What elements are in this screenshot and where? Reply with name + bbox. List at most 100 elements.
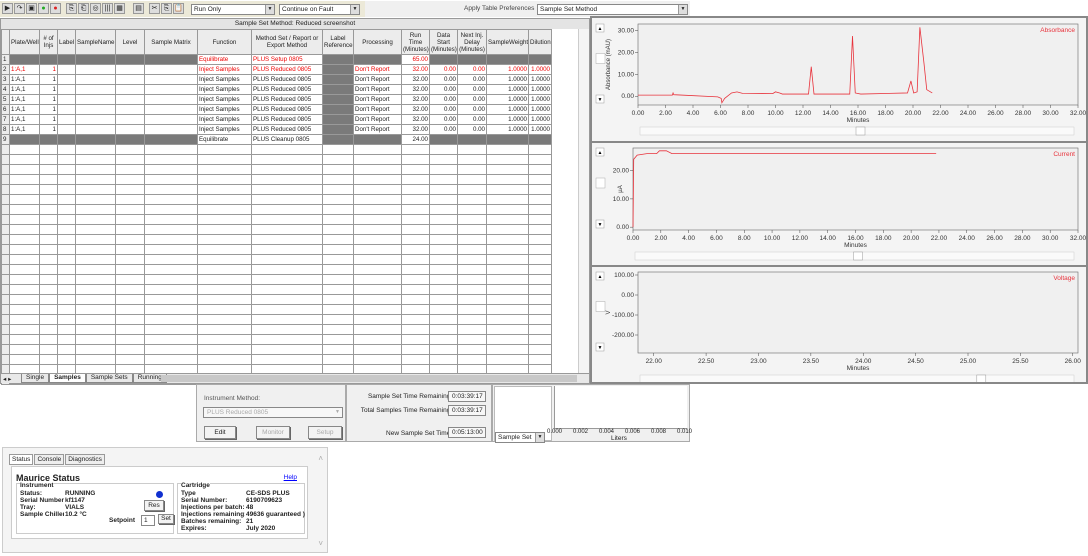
table-cell[interactable] [144,114,198,125]
table-cell[interactable] [9,334,40,345]
empty-row[interactable] [1,184,552,195]
table-cell[interactable] [9,194,40,205]
table-cell[interactable] [9,174,40,185]
table-cell[interactable] [115,254,145,265]
column-header[interactable] [1,29,10,55]
table-cell[interactable] [39,154,58,165]
table-cell[interactable] [457,194,487,205]
table-cell[interactable] [75,254,116,265]
table-cell[interactable] [429,274,458,285]
table-cell[interactable] [57,114,76,125]
table-cell[interactable] [57,84,76,95]
scroll-thumb[interactable] [976,374,987,384]
table-cell[interactable] [75,94,116,105]
table-cell[interactable]: 1 [1,54,10,65]
table-cell[interactable] [401,344,430,355]
table-cell[interactable] [353,134,402,145]
table-cell[interactable] [353,254,402,265]
table-cell[interactable] [1,334,10,345]
table-cell[interactable] [39,264,58,275]
table-preferences-select[interactable]: Sample Set Method ▼ [537,4,688,15]
table-cell[interactable]: 0.00 [457,104,487,115]
table-row[interactable]: 2 1:A,1 1 Inject Samples PLUS Reduced 0805 Do… [1,64,552,75]
step-icon[interactable]: ↷ [14,3,25,14]
table-cell[interactable] [429,214,458,225]
table-cell[interactable]: Don't Report [353,94,402,105]
table-cell[interactable] [39,224,58,235]
table-cell[interactable]: 32.00 [401,94,430,105]
table-cell[interactable]: 1.0000 [486,124,529,135]
table-cell[interactable] [528,344,552,355]
table-cell[interactable] [1,294,10,305]
table-cell[interactable] [197,244,252,255]
table-cell[interactable] [115,134,145,145]
table-cell[interactable] [251,214,323,225]
table-cell[interactable]: 0.00 [429,104,458,115]
table-cell[interactable] [197,174,252,185]
table-cell[interactable] [401,144,430,155]
run-mode-select[interactable]: Run Only ▼ [191,4,275,15]
table-cell[interactable] [75,314,116,325]
table-cell[interactable] [75,164,116,175]
table-cell[interactable] [401,294,430,305]
table-cell[interactable] [251,274,323,285]
copy-icon[interactable]: ⎘ [66,3,77,14]
table-cell[interactable] [353,204,402,215]
table-cell[interactable] [457,154,487,165]
table-cell[interactable] [75,114,116,125]
table-cell[interactable] [144,224,198,235]
table-cell[interactable] [429,294,458,305]
table-cell[interactable] [528,294,552,305]
table-cell[interactable] [39,194,58,205]
table-cell[interactable] [75,54,116,65]
table-cell[interactable] [322,124,354,135]
table-cell[interactable]: 1.0000 [528,104,552,115]
table-cell[interactable] [197,254,252,265]
table-cell[interactable] [197,224,252,235]
table-cell[interactable] [57,294,76,305]
table-cell[interactable] [429,354,458,365]
table-cell[interactable] [57,54,76,65]
table-cell[interactable] [57,174,76,185]
table-cell[interactable]: PLUS Reduced 0805 [251,74,323,85]
table-cell[interactable] [115,54,145,65]
table-horizontal-scrollbar[interactable] [161,375,577,382]
table-cell[interactable] [486,284,529,295]
table-cell[interactable] [401,244,430,255]
table-cell[interactable] [486,314,529,325]
table-cell[interactable] [39,174,58,185]
table-cell[interactable] [9,344,40,355]
table-cell[interactable] [429,344,458,355]
table-cell[interactable] [322,74,354,85]
table-cell[interactable]: 1.0000 [486,64,529,75]
table-cell[interactable] [322,274,354,285]
table-cell[interactable] [39,284,58,295]
table-cell[interactable] [322,184,354,195]
table-row[interactable]: 5 1:A,1 1 Inject Samples PLUS Reduced 0805 Do… [1,94,552,105]
table-cell[interactable]: 1:A,1 [9,124,40,135]
table-cell[interactable]: PLUS Reduced 0805 [251,114,323,125]
table-cell[interactable] [1,194,10,205]
table-cell[interactable] [39,354,58,365]
table-cell[interactable] [1,304,10,315]
table-cell[interactable] [39,244,58,255]
table-cell[interactable] [197,154,252,165]
table-cell[interactable] [251,194,323,205]
column-header[interactable]: Sample Matrix [144,29,198,55]
column-header[interactable]: Data Start (Minutes) [429,29,458,55]
empty-row[interactable] [1,304,552,315]
table-cell[interactable] [75,84,116,95]
table-cell[interactable] [251,324,323,335]
table-cell[interactable] [457,54,487,65]
table-cell[interactable] [57,304,76,315]
table-cell[interactable] [322,64,354,75]
table-cell[interactable] [353,184,402,195]
table-cell[interactable]: 0.00 [457,74,487,85]
table-cell[interactable] [429,144,458,155]
table-cell[interactable] [144,134,198,145]
table-cell[interactable] [486,154,529,165]
table-cell[interactable] [429,254,458,265]
table-cell[interactable] [429,184,458,195]
table-cell[interactable]: PLUS Reduced 0805 [251,84,323,95]
table-cell[interactable] [197,324,252,335]
